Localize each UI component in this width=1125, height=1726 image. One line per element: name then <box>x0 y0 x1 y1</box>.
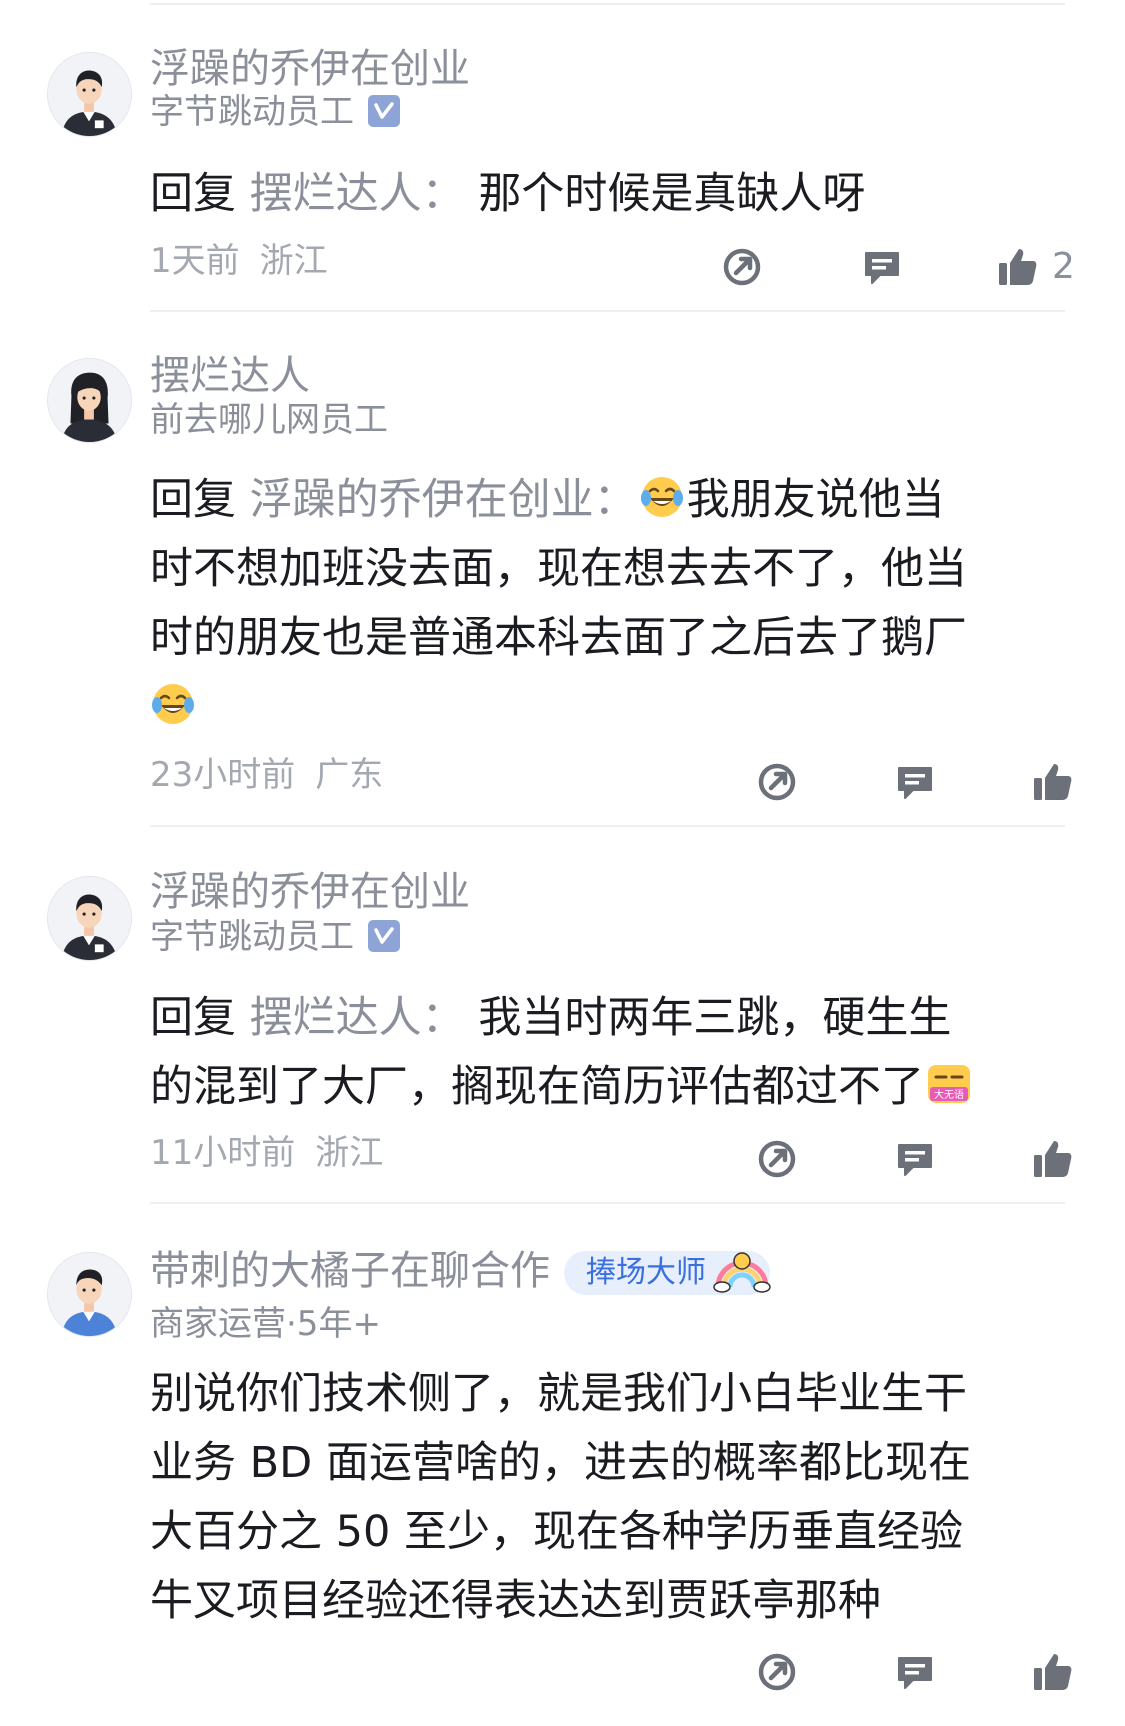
comment-icon <box>898 1144 932 1176</box>
divider <box>150 825 1065 827</box>
location: 广东 <box>315 755 384 795</box>
author-title: 商家运营·5年+ <box>150 1304 381 1344</box>
author-title: 字节跳动员工 <box>150 917 400 957</box>
divider <box>150 310 1065 312</box>
share-button[interactable] <box>755 1650 799 1694</box>
author-name[interactable]: 摆烂达人 <box>150 352 310 400</box>
thumbs-up-icon <box>999 249 1037 285</box>
comment-icon <box>898 767 932 799</box>
comment-text: 回复 摆烂达人： 我当时两年三跳，硬生生 的混到了大厂，搁现在简历评估都过不了 … <box>150 984 1070 1122</box>
comment-icon <box>898 1657 932 1689</box>
location: 浙江 <box>259 241 328 281</box>
tears-of-joy-emoji <box>150 682 196 726</box>
like-button[interactable] <box>1030 760 1074 804</box>
reply-to-user[interactable]: 浮躁的乔伊在创业： <box>250 475 637 525</box>
rainbow-badge-icon <box>713 1252 771 1293</box>
comment-body-line4: 牛叉项目经验还得表达达到贾跃亭那种 <box>150 1576 881 1626</box>
share-button[interactable] <box>755 760 799 804</box>
share-icon <box>720 245 764 289</box>
timestamp: 11小时前 <box>150 1133 296 1173</box>
comment-icon <box>865 252 899 284</box>
share-button[interactable] <box>720 245 764 289</box>
avatar[interactable] <box>47 876 132 961</box>
avatar[interactable] <box>47 358 132 443</box>
comment-body-line1: 别说你们技术侧了，就是我们小白毕业生干 <box>150 1369 967 1419</box>
author-name: 带刺的大橘子在聊合作 捧场大师 <box>150 1247 771 1295</box>
comment-button[interactable] <box>860 245 904 289</box>
author-title-text: 字节跳动员工 <box>150 92 354 132</box>
timestamp: 1天前 <box>150 241 240 281</box>
verified-icon <box>368 920 400 952</box>
comment-text: 回复 摆烂达人： 那个时候是真缺人呀 <box>150 160 1070 229</box>
comment-body-line3: 时的朋友也是普通本科去面了之后去了鹅厂 <box>150 613 967 663</box>
badge-label: 捧场大师 <box>586 1255 706 1290</box>
divider <box>150 1202 1065 1204</box>
author-name[interactable]: 浮躁的乔伊在创业 <box>150 868 470 916</box>
avatar-man-blue-icon <box>48 1253 131 1336</box>
avatar-man-icon <box>48 53 131 136</box>
svg-text:大无语: 大无语 <box>934 1088 964 1101</box>
comment-meta: 23小时前 广东 <box>150 755 383 795</box>
user-badge[interactable]: 捧场大师 <box>564 1251 771 1295</box>
thumbs-up-icon <box>1034 764 1072 800</box>
thumbs-up-icon <box>1034 1654 1072 1690</box>
like-button[interactable] <box>1030 1650 1074 1694</box>
avatar-man-icon <box>48 877 131 960</box>
like-count: 2 <box>1052 246 1075 287</box>
comment-body-line3: 大百分之 50 至少，现在各种学历垂直经验 <box>150 1507 964 1557</box>
share-icon <box>755 1650 799 1694</box>
comment-text: 回复 浮躁的乔伊在创业： 我朋友说他当 时不想加班没去面，现在想去去不了，他当 时… <box>150 466 1070 742</box>
timestamp: 23小时前 <box>150 755 296 795</box>
author-name[interactable]: 浮躁的乔伊在创业 <box>150 45 470 93</box>
comment-body-line2: 时不想加班没去面，现在想去去不了，他当 <box>150 544 967 594</box>
author-name-text[interactable]: 带刺的大橘子在聊合作 <box>150 1248 550 1294</box>
comment-meta: 11小时前 浙江 <box>150 1133 383 1173</box>
avatar-woman-icon <box>48 359 131 442</box>
like-button[interactable] <box>995 245 1039 289</box>
share-button[interactable] <box>755 1137 799 1181</box>
reply-prefix: 回复 <box>150 475 236 525</box>
author-title: 字节跳动员工 <box>150 92 400 132</box>
reply-prefix: 回复 <box>150 993 236 1043</box>
speechless-emoji: 大无语 <box>928 1065 970 1103</box>
comment-body-line2: 的混到了大厂，搁现在简历评估都过不了 <box>150 1062 924 1112</box>
avatar[interactable] <box>47 52 132 137</box>
comment-body-line1: 我朋友说他当 <box>686 475 945 525</box>
verified-icon <box>368 95 400 127</box>
reply-to-user[interactable]: 摆烂达人： <box>250 169 465 219</box>
comment-body-line1: 我当时两年三跳，硬生生 <box>478 993 952 1043</box>
thumbs-up-icon <box>1034 1141 1072 1177</box>
like-button[interactable] <box>1030 1137 1074 1181</box>
comment-text: 别说你们技术侧了，就是我们小白毕业生干 业务 BD 面运营啥的，进去的概率都比现… <box>150 1360 1070 1636</box>
location: 浙江 <box>315 1133 384 1173</box>
author-title: 前去哪儿网员工 <box>150 400 388 440</box>
comment-body-line2: 业务 BD 面运营啥的，进去的概率都比现在 <box>150 1438 971 1488</box>
author-title-text: 字节跳动员工 <box>150 917 354 957</box>
share-icon <box>755 760 799 804</box>
avatar[interactable] <box>47 1252 132 1337</box>
comment-button[interactable] <box>893 1137 937 1181</box>
divider-top <box>150 3 1065 5</box>
reply-to-user[interactable]: 摆烂达人： <box>250 993 465 1043</box>
comment-meta: 1天前 浙江 <box>150 241 328 281</box>
share-icon <box>755 1137 799 1181</box>
comment-button[interactable] <box>893 760 937 804</box>
comment-body: 那个时候是真缺人呀 <box>478 169 866 219</box>
comment-button[interactable] <box>893 1650 937 1694</box>
reply-prefix: 回复 <box>150 169 236 219</box>
tears-of-joy-emoji <box>639 475 684 519</box>
